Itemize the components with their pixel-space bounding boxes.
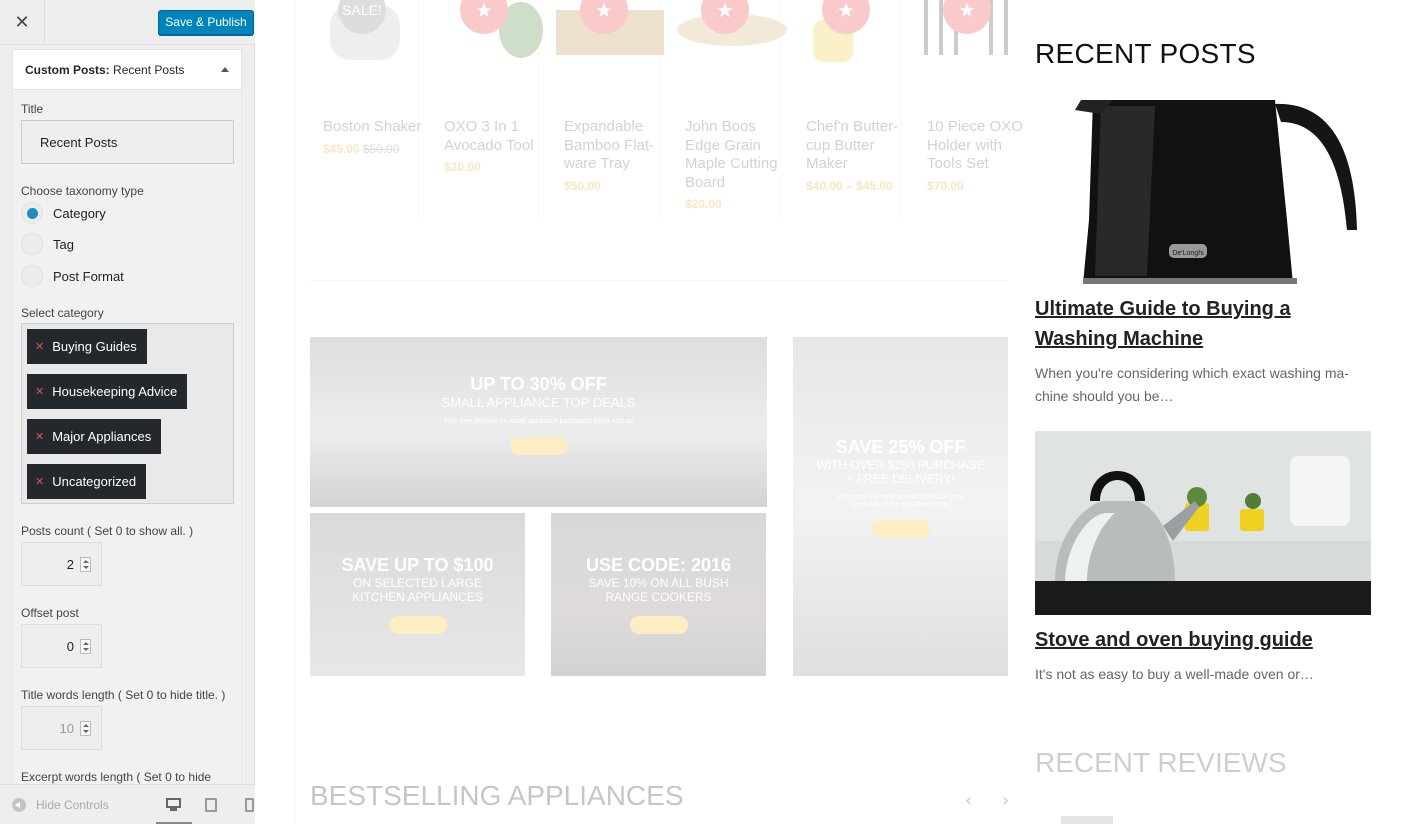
promo-banner[interactable]: UP TO 30% OFF SMALL APPLIANCE TOP DEALS … bbox=[310, 337, 767, 507]
shop-now-button[interactable] bbox=[509, 437, 568, 455]
remove-icon[interactable]: ✕ bbox=[35, 385, 44, 398]
product-card[interactable]: ★ Expandable Bamboo Flat-ware Tray $50.0… bbox=[551, 0, 672, 222]
category-label: Select category bbox=[21, 306, 104, 320]
category-chip[interactable]: ✕ Housekeeping Advice bbox=[27, 374, 188, 409]
widget-body: Title Recent Posts Choose taxonomy type … bbox=[13, 90, 241, 784]
shop-now-button[interactable] bbox=[388, 616, 447, 634]
black-kettle-image[interactable]: De'Longhi bbox=[1035, 100, 1371, 284]
radio-label: Category bbox=[53, 205, 106, 221]
taxonomy-label: Choose taxonomy type bbox=[21, 184, 144, 198]
product-card[interactable]: ★ John Boos Edge Grain Maple Cutting Boa… bbox=[672, 0, 793, 222]
save-publish-button[interactable]: Save & Publish bbox=[158, 10, 254, 35]
title-input[interactable]: Recent Posts bbox=[21, 120, 234, 164]
post-title-link[interactable]: Stove and oven buying guide bbox=[1035, 625, 1375, 655]
bestselling-heading: BESTSELLING APPLIANCES bbox=[310, 780, 684, 811]
radio-checked-icon[interactable] bbox=[21, 202, 43, 224]
product-name: Chef'n Butter-cup Butter Maker $40.00 – … bbox=[806, 118, 899, 193]
product-name: Expandable Bamboo Flat-ware Tray $50.00 bbox=[564, 118, 655, 193]
customizer-app: ✕ Save & Publish Custom Posts: Recent Po… bbox=[0, 0, 1411, 824]
posts-count-input[interactable]: 2 bbox=[21, 542, 102, 586]
product-card[interactable]: SALE! Boston Shaker $45.00 $50.00 bbox=[310, 0, 431, 222]
product-card[interactable]: ★ 10 Piece OXO Holder with Tools Set $70… bbox=[914, 0, 1035, 222]
custom-posts-widget: Custom Posts: Recent Posts Title Recent … bbox=[12, 49, 242, 784]
post-excerpt: It's not as easy to buy a well-made oven… bbox=[1035, 666, 1314, 682]
excerpt-words-label: Excerpt words length ( Set 0 to hide bbox=[21, 770, 212, 784]
collapse-icon bbox=[12, 797, 26, 812]
shop-now-button[interactable] bbox=[871, 520, 930, 538]
recent-reviews-heading: RECENT REVIEWS bbox=[1035, 747, 1287, 778]
post-title-link[interactable]: Ultimate Guide to Buying a Washing Machi… bbox=[1035, 294, 1375, 354]
category-select-box[interactable]: ✕ Buying Guides ✕ Housekeeping Advice ✕ Maj… bbox=[21, 323, 234, 504]
widget-header[interactable]: Custom Posts: Recent Posts bbox=[13, 50, 241, 90]
product-name: Boston Shaker $45.00 $50.00 bbox=[323, 118, 422, 156]
product-name: OXO 3 In 1 Avocado Tool $20.00 bbox=[444, 118, 534, 174]
offset-input[interactable]: 0 bbox=[21, 624, 102, 668]
customizer-sidebar: ✕ Save & Publish Custom Posts: Recent Po… bbox=[0, 0, 255, 824]
remove-icon[interactable]: ✕ bbox=[35, 475, 44, 488]
customizer-footer: Hide Controls bbox=[0, 784, 255, 824]
shop-now-button[interactable] bbox=[629, 616, 688, 634]
radio-label: Tag bbox=[53, 236, 74, 252]
radio-unchecked-icon[interactable] bbox=[21, 233, 43, 255]
customizer-topbar: ✕ Save & Publish bbox=[0, 0, 255, 45]
title-words-label: Title words length ( Set 0 to hide title… bbox=[21, 688, 226, 702]
spinner-icon[interactable] bbox=[80, 721, 91, 736]
offset-label: Offset post bbox=[21, 606, 79, 620]
title-field-label: Title bbox=[21, 102, 44, 116]
category-chip[interactable]: ✕ Major Appliances bbox=[27, 419, 162, 454]
spinner-icon[interactable] bbox=[80, 557, 91, 572]
steel-kettle-image[interactable] bbox=[1035, 431, 1371, 615]
category-chip[interactable]: ✕ Buying Guides bbox=[27, 329, 147, 364]
taxonomy-option-category[interactable]: Category bbox=[21, 202, 106, 224]
product-card[interactable]: ★ OXO 3 In 1 Avocado Tool $20.00 bbox=[431, 0, 552, 222]
promo-banner[interactable]: SAVE UP TO $100 ON SELECTED LARGE KITCHE… bbox=[310, 513, 525, 676]
desktop-preview-icon[interactable] bbox=[166, 798, 181, 812]
product-name: 10 Piece OXO Holder with Tools Set $70.0… bbox=[927, 118, 1023, 193]
close-customizer-button[interactable]: ✕ bbox=[0, 0, 45, 45]
taxonomy-option-post-format[interactable]: Post Format bbox=[21, 265, 124, 287]
spinner-icon[interactable] bbox=[80, 639, 91, 654]
category-chip[interactable]: ✕ Uncategorized bbox=[27, 464, 147, 499]
controls-scroll-area[interactable]: Custom Posts: Recent Posts Title Recent … bbox=[0, 46, 255, 784]
promo-banner[interactable]: USE CODE: 2016 SAVE 10% ON ALL BUSH RANG… bbox=[551, 513, 766, 676]
collapse-arrow-icon[interactable] bbox=[221, 67, 229, 72]
chevron-right-icon[interactable]: › bbox=[1002, 790, 1009, 811]
posts-count-label: Posts count ( Set 0 to show all. ) bbox=[21, 524, 194, 538]
recent-posts-heading: RECENT POSTS bbox=[1035, 38, 1256, 69]
hide-controls-button[interactable]: Hide Controls bbox=[12, 797, 109, 812]
product-card[interactable]: ★ Chef'n Butter-cup Butter Maker $40.00 … bbox=[793, 0, 914, 222]
section-divider bbox=[310, 280, 1008, 281]
promo-banner[interactable]: SAVE 25% OFF WITH OVER $250 PURCHASE + F… bbox=[793, 337, 1008, 676]
radio-label: Post Format bbox=[53, 268, 124, 284]
svg-text:De'Longhi: De'Longhi bbox=[1172, 250, 1204, 257]
widget-title: Custom Posts: Recent Posts bbox=[25, 62, 185, 77]
title-words-input[interactable]: 10 bbox=[21, 706, 102, 750]
product-name: John Boos Edge Grain Maple Cutting Board… bbox=[685, 118, 778, 211]
post-excerpt: When you're considering which exact wash… bbox=[1035, 365, 1349, 404]
taxonomy-option-tag[interactable]: Tag bbox=[21, 233, 74, 255]
radio-unchecked-icon[interactable] bbox=[21, 265, 43, 287]
mobile-preview-icon[interactable] bbox=[245, 798, 254, 812]
remove-icon[interactable]: ✕ bbox=[35, 430, 44, 443]
carousel-arrows: ‹ › bbox=[965, 790, 1009, 811]
chevron-left-icon[interactable]: ‹ bbox=[965, 790, 972, 811]
remove-icon[interactable]: ✕ bbox=[35, 340, 44, 353]
tablet-preview-icon[interactable] bbox=[205, 798, 217, 812]
review-thumbnail bbox=[1061, 816, 1113, 824]
site-preview: SALE! Boston Shaker $45.00 $50.00 ★ OXO 3… bbox=[255, 0, 1411, 824]
